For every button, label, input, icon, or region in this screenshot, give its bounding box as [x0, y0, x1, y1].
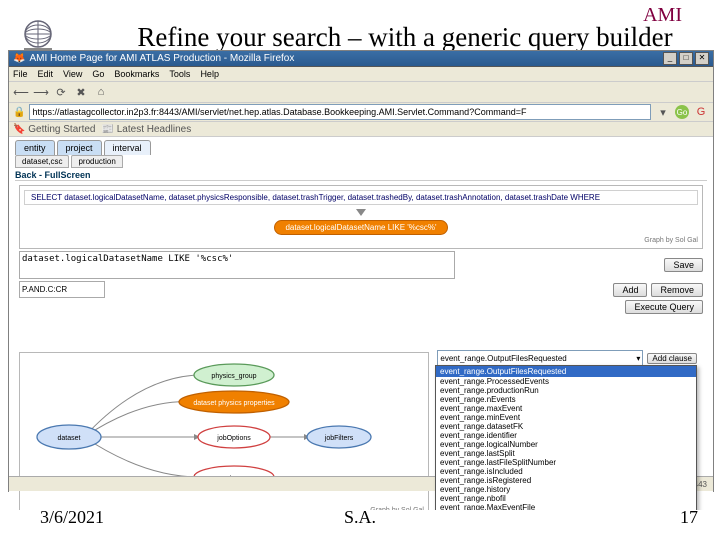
tab-entity[interactable]: entity — [15, 140, 55, 155]
menu-tools[interactable]: Tools — [169, 69, 190, 79]
maximize-button[interactable]: □ — [679, 52, 693, 65]
firefox-icon: 🦊 — [13, 53, 25, 64]
arrow-down-icon — [356, 209, 366, 216]
svg-text:jobFilters: jobFilters — [324, 435, 354, 442]
breadcrumb[interactable]: Back - FullScreen — [15, 170, 707, 181]
toolbar: ⟵ ⟶ ⟳ ✖ ⌂ — [9, 82, 713, 103]
sql-select-clause: SELECT dataset.logicalDatasetName, datas… — [24, 190, 698, 205]
bookmarks-bar: 🔖 Getting Started 📰 Latest Headlines — [9, 122, 713, 137]
lock-icon: 🔒 — [13, 107, 25, 118]
bookmark-getting-started[interactable]: 🔖 Getting Started — [13, 124, 96, 135]
home-icon[interactable]: ⌂ — [93, 84, 109, 100]
window-titlebar[interactable]: 🦊 AMI Home Page for AMI ATLAS Production… — [9, 51, 713, 67]
menu-file[interactable]: File — [13, 69, 28, 79]
stop-icon[interactable]: ✖ — [73, 84, 89, 100]
slide-title: Refine your search – with a generic quer… — [100, 22, 710, 53]
dropdown-option[interactable]: event_range.lastFileSplitNumber — [436, 458, 696, 467]
dropdown-option[interactable]: event_range.productionRun — [436, 386, 696, 395]
footer-page-number: 17 — [680, 507, 698, 528]
dropdown-icon[interactable]: ▾ — [655, 104, 671, 120]
sql-panel: SELECT dataset.logicalDatasetName, datas… — [19, 185, 703, 249]
menu-help[interactable]: Help — [200, 69, 219, 79]
tab-project[interactable]: project — [57, 140, 102, 155]
minimize-button[interactable]: _ — [663, 52, 677, 65]
param-input[interactable] — [19, 281, 105, 298]
back-icon[interactable]: ⟵ — [13, 84, 29, 100]
dropdown-option[interactable]: event_range.logicalNumber — [436, 440, 696, 449]
reload-icon[interactable]: ⟳ — [53, 84, 69, 100]
clause-field-dropdown[interactable]: event_range.OutputFilesRequested event_r… — [435, 365, 697, 510]
remove-button[interactable]: Remove — [651, 283, 703, 297]
dropdown-option[interactable]: event_range.lastSplit — [436, 449, 696, 458]
dropdown-option[interactable]: event_range.nEvents — [436, 395, 696, 404]
dropdown-option[interactable]: event_range.datasetFK — [436, 422, 696, 431]
address-bar: 🔒 ▾ Go G — [9, 103, 713, 122]
bookmark-headlines[interactable]: 📰 Latest Headlines — [102, 124, 192, 135]
dropdown-option[interactable]: event_range.nbofil — [436, 494, 696, 503]
page-content: entity project interval dataset,csc prod… — [9, 137, 713, 510]
where-textarea[interactable]: dataset.logicalDatasetName LIKE '%csc%' — [19, 251, 455, 279]
menu-bookmarks[interactable]: Bookmarks — [114, 69, 159, 79]
execute-query-button[interactable]: Execute Query — [625, 300, 703, 314]
window-title: AMI Home Page for AMI ATLAS Production -… — [29, 53, 294, 64]
browser-window: 🦊 AMI Home Page for AMI ATLAS Production… — [8, 50, 714, 492]
chevron-down-icon: ▾ — [636, 354, 640, 363]
menu-go[interactable]: Go — [92, 69, 104, 79]
dropdown-option[interactable]: event_range.isRegistered — [436, 476, 696, 485]
forward-icon[interactable]: ⟶ — [33, 84, 49, 100]
subtab-dataset[interactable]: dataset,csc — [15, 155, 69, 168]
where-chip[interactable]: dataset.logicalDatasetName LIKE '%csc%' — [274, 220, 447, 235]
dropdown-option[interactable]: event_range.OutputFilesRequested — [436, 366, 696, 377]
add-clause-button[interactable]: Add clause — [647, 353, 697, 364]
footer-author: S.A. — [0, 507, 720, 528]
url-input[interactable] — [29, 104, 651, 120]
save-button[interactable]: Save — [664, 258, 703, 272]
svg-text:dataset: dataset — [58, 435, 81, 442]
add-button[interactable]: Add — [613, 283, 647, 297]
subtab-production[interactable]: production — [71, 155, 122, 168]
dropdown-option[interactable]: event_range.MaxEventFile — [436, 503, 696, 510]
svg-text:dataset physics properties: dataset physics properties — [193, 400, 275, 407]
svg-text:physics_group: physics_group — [211, 373, 256, 380]
clause-field-select[interactable]: event_range.OutputFilesRequested▾ — [437, 350, 643, 366]
dropdown-option[interactable]: event_range.identifier — [436, 431, 696, 440]
dropdown-option[interactable]: event_range.isIncluded — [436, 467, 696, 476]
dropdown-option[interactable]: event_range.history — [436, 485, 696, 494]
menu-bar: File Edit View Go Bookmarks Tools Help — [9, 67, 713, 82]
menu-view[interactable]: View — [63, 69, 82, 79]
close-button[interactable]: ✕ — [695, 52, 709, 65]
menu-edit[interactable]: Edit — [38, 69, 54, 79]
svg-text:jobOptions: jobOptions — [216, 435, 251, 442]
go-button[interactable]: Go — [675, 105, 689, 119]
dropdown-option[interactable]: event_range.ProcessedEvents — [436, 377, 696, 386]
credit-text: Graph by Sol Gal — [24, 237, 698, 244]
dropdown-option[interactable]: event_range.maxEvent — [436, 404, 696, 413]
tab-interval[interactable]: interval — [104, 140, 151, 155]
dropdown-option[interactable]: event_range.minEvent — [436, 413, 696, 422]
search-engine-icon[interactable]: G — [693, 104, 709, 120]
